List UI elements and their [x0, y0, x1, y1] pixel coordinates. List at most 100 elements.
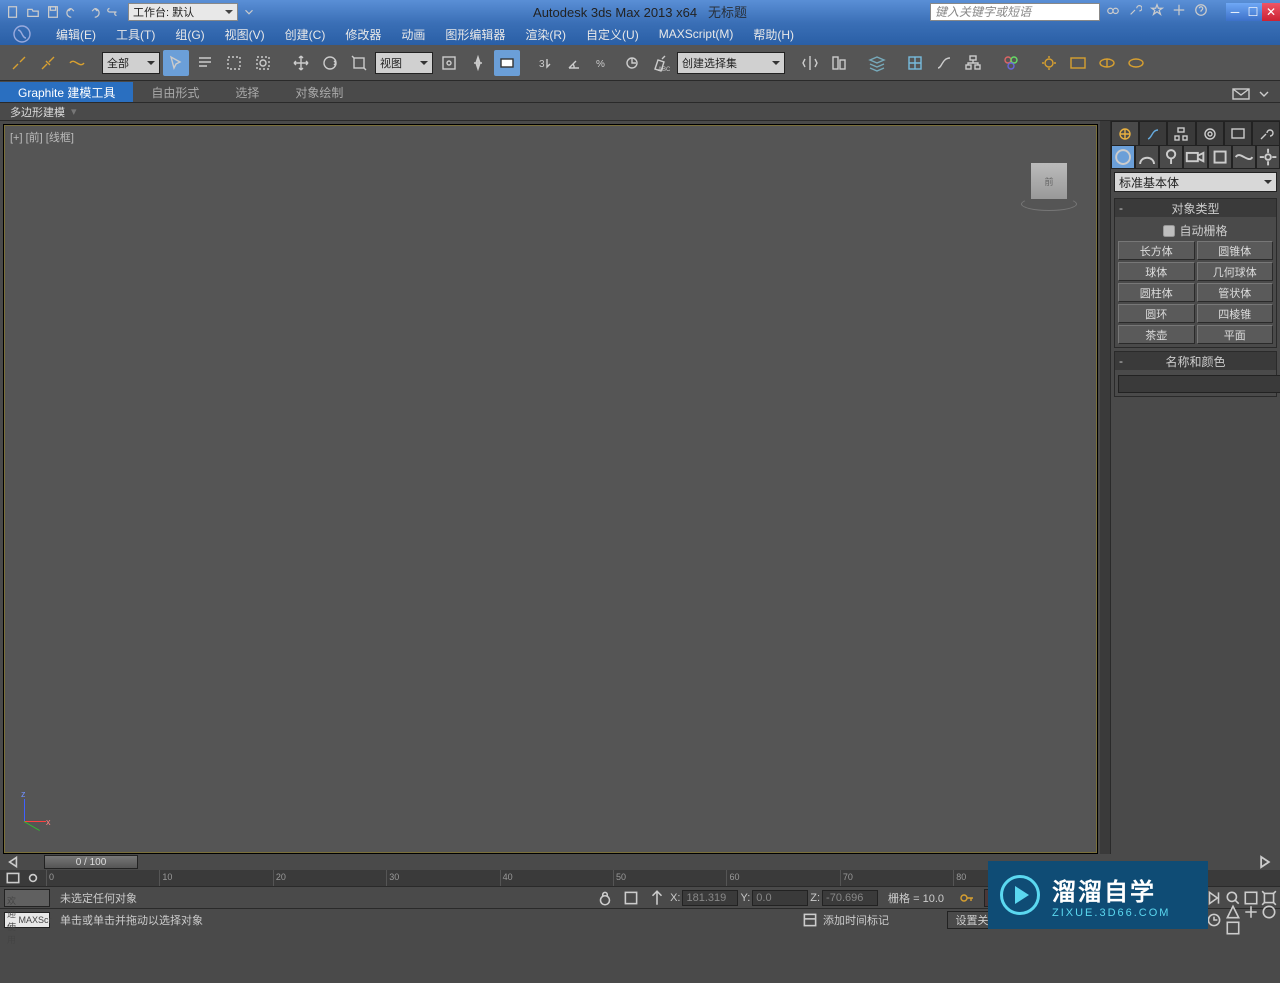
time-tag-icon[interactable]: [797, 907, 823, 933]
snap-3d-icon[interactable]: 3: [532, 50, 558, 76]
tab-utilities-icon[interactable]: [1252, 121, 1280, 145]
ref-coord-dropdown[interactable]: 视图: [375, 52, 433, 74]
rollout-header[interactable]: -对象类型: [1115, 199, 1276, 217]
sub-ribbon[interactable]: 多边形建模▾: [0, 103, 1280, 121]
rendered-frame-icon[interactable]: [1065, 50, 1091, 76]
rollout-header-name[interactable]: -名称和颜色: [1115, 352, 1276, 370]
rect-region-icon[interactable]: [221, 50, 247, 76]
btn-box[interactable]: 长方体: [1118, 241, 1195, 260]
selection-filter-dropdown[interactable]: 全部: [102, 52, 160, 74]
keyboard-shortcut-icon[interactable]: [494, 50, 520, 76]
viewport-front[interactable]: [+] [前] [线框] 前 zx: [3, 124, 1098, 854]
bind-spacewarp-icon[interactable]: [64, 50, 90, 76]
coord-z[interactable]: -70.696: [822, 890, 878, 906]
lock-selection-icon[interactable]: [592, 885, 618, 911]
app-menu-icon[interactable]: [8, 23, 36, 45]
menu-help[interactable]: 帮助(H): [743, 26, 804, 43]
layer-manager-icon[interactable]: [864, 50, 890, 76]
menu-group[interactable]: 组(G): [165, 26, 214, 43]
tab-modify-icon[interactable]: [1139, 121, 1167, 145]
max-viewport-icon[interactable]: [1224, 920, 1242, 936]
select-by-name-icon[interactable]: [192, 50, 218, 76]
cat-camera-icon[interactable]: [1183, 145, 1207, 169]
pivot-center-icon[interactable]: [436, 50, 462, 76]
menu-create[interactable]: 创建(C): [275, 26, 336, 43]
window-crossing-icon[interactable]: [250, 50, 276, 76]
btn-plane[interactable]: 平面: [1197, 325, 1274, 344]
render-setup-icon[interactable]: [1036, 50, 1062, 76]
named-selection-dropdown[interactable]: 创建选择集: [677, 52, 785, 74]
scale-icon[interactable]: [346, 50, 372, 76]
btn-torus[interactable]: 圆环: [1118, 304, 1195, 323]
viewport-scrollbar[interactable]: [1100, 121, 1110, 854]
manipulate-icon[interactable]: [465, 50, 491, 76]
orbit-icon[interactable]: [1260, 904, 1278, 920]
menu-graph-editors[interactable]: 图形编辑器: [435, 26, 515, 43]
btn-sphere[interactable]: 球体: [1118, 262, 1195, 281]
abs-rel-icon[interactable]: [644, 885, 670, 911]
ribbon-mail-icon[interactable]: [1230, 86, 1252, 102]
autogrid-checkbox[interactable]: 自动栅格: [1118, 220, 1273, 241]
menu-rendering[interactable]: 渲染(R): [515, 26, 576, 43]
curve-editor-icon[interactable]: [931, 50, 957, 76]
time-slider-thumb[interactable]: 0 / 100: [44, 855, 138, 869]
object-name-input[interactable]: [1118, 375, 1280, 393]
viewport-label[interactable]: [+] [前] [线框]: [10, 129, 74, 145]
tab-graphite[interactable]: Graphite 建模工具: [0, 82, 133, 102]
btn-tube[interactable]: 管状体: [1197, 283, 1274, 302]
pan-icon[interactable]: [1242, 904, 1260, 920]
material-editor-icon[interactable]: [998, 50, 1024, 76]
cat-helper-icon[interactable]: [1208, 145, 1232, 169]
cat-shape-icon[interactable]: [1135, 145, 1159, 169]
cat-spacewarp-icon[interactable]: [1232, 145, 1256, 169]
cat-system-icon[interactable]: [1256, 145, 1280, 169]
unlink-icon[interactable]: [35, 50, 61, 76]
render-production-icon[interactable]: [1094, 50, 1120, 76]
tab-freeform[interactable]: 自由形式: [133, 82, 217, 102]
coord-y[interactable]: 0.0: [752, 890, 808, 906]
btn-cone[interactable]: 圆锥体: [1197, 241, 1274, 260]
btn-geosphere[interactable]: 几何球体: [1197, 262, 1274, 281]
viewcube[interactable]: 前: [1021, 153, 1077, 209]
menu-maxscript[interactable]: MAXScript(M): [649, 27, 744, 41]
select-link-icon[interactable]: [6, 50, 32, 76]
render-iterative-icon[interactable]: [1123, 50, 1149, 76]
angle-snap-icon[interactable]: [561, 50, 587, 76]
key-icon[interactable]: [954, 885, 980, 911]
coord-x[interactable]: 181.319: [682, 890, 738, 906]
tab-display-icon[interactable]: [1224, 121, 1252, 145]
menu-edit[interactable]: 编辑(E): [46, 26, 106, 43]
trackbar-toggle-icon[interactable]: [4, 871, 22, 885]
isolate-icon[interactable]: [618, 885, 644, 911]
schematic-view-icon[interactable]: [960, 50, 986, 76]
tab-selection[interactable]: 选择: [217, 82, 277, 102]
tab-motion-icon[interactable]: [1196, 121, 1224, 145]
graphite-toggle-icon[interactable]: [902, 50, 928, 76]
btn-cylinder[interactable]: 圆柱体: [1118, 283, 1195, 302]
timeslider-left-icon[interactable]: [4, 855, 22, 869]
mini-listener-input[interactable]: 欢迎使用 MAXScr: [4, 912, 50, 928]
cat-geometry-icon[interactable]: [1111, 145, 1135, 169]
percent-snap-icon[interactable]: %: [590, 50, 616, 76]
btn-teapot[interactable]: 茶壶: [1118, 325, 1195, 344]
trackbar-keymode-icon[interactable]: [24, 871, 42, 885]
fov-icon[interactable]: [1224, 904, 1242, 920]
tab-hierarchy-icon[interactable]: [1167, 121, 1195, 145]
menu-tools[interactable]: 工具(T): [106, 26, 165, 43]
btn-pyramid[interactable]: 四棱锥: [1197, 304, 1274, 323]
spinner-snap-icon[interactable]: [619, 50, 645, 76]
cat-light-icon[interactable]: [1159, 145, 1183, 169]
tab-create-icon[interactable]: [1111, 121, 1139, 145]
menu-view[interactable]: 视图(V): [215, 26, 275, 43]
select-object-icon[interactable]: [163, 50, 189, 76]
add-time-marker[interactable]: 添加时间标记: [823, 912, 943, 928]
menu-animation[interactable]: 动画: [391, 26, 435, 43]
tab-object-paint[interactable]: 对象绘制: [277, 82, 361, 102]
mirror-icon[interactable]: [797, 50, 823, 76]
menu-modifiers[interactable]: 修改器: [335, 26, 391, 43]
ribbon-expand-icon[interactable]: [1256, 86, 1272, 102]
rotate-icon[interactable]: [317, 50, 343, 76]
edit-named-sel-icon[interactable]: ABC: [648, 50, 674, 76]
move-icon[interactable]: [288, 50, 314, 76]
geometry-category-dropdown[interactable]: 标准基本体: [1114, 172, 1277, 192]
